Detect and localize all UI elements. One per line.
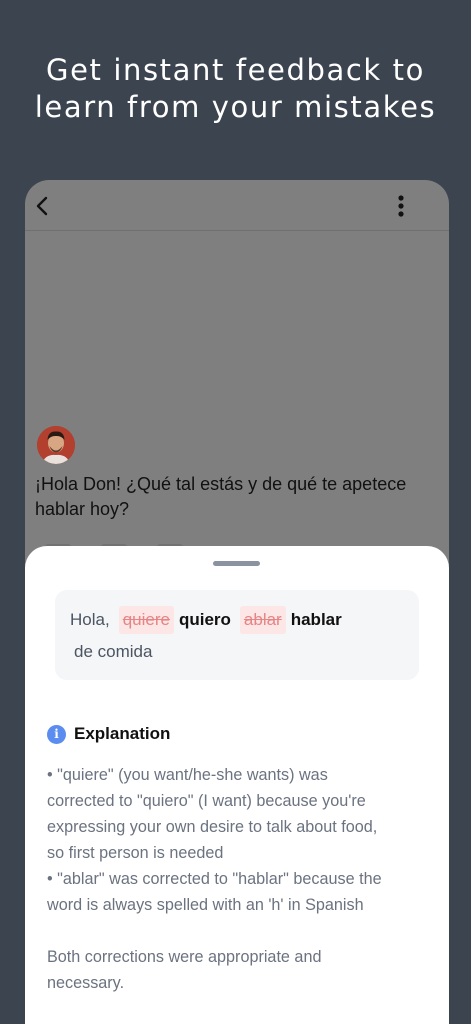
explanation-body: • "quiere" (you want/he-she wants) was c…: [47, 762, 432, 996]
tutor-avatar: [37, 426, 75, 464]
explanation-line: so first person is needed: [47, 844, 224, 862]
avatar-image: [37, 426, 75, 464]
sentence-suffix: de comida: [74, 642, 153, 661]
wrong-word: quiere: [118, 606, 174, 634]
info-icon: i: [47, 724, 66, 744]
explanation-closing-line: Both corrections were appropriate and: [47, 948, 322, 966]
feedback-bottom-sheet: Hola, quiere quiero ablar hablar de comi…: [25, 546, 449, 1024]
explanation-closing-line: necessary.: [47, 974, 125, 992]
sheet-drag-handle[interactable]: [213, 561, 260, 566]
corrected-word: quiero: [178, 610, 231, 629]
correction-line: Hola, quiere quiero ablar hablar: [70, 605, 342, 635]
explanation-line: expressing your own desire to talk about…: [47, 818, 378, 836]
explanation-line: corrected to "quiero" (I want) because y…: [47, 792, 366, 810]
explanation-title: Explanation: [74, 724, 171, 743]
kebab-menu-icon[interactable]: [391, 194, 411, 218]
sentence-prefix: Hola,: [70, 610, 110, 629]
corrected-sentence: Hola, quiere quiero ablar hablar de comi…: [55, 590, 419, 680]
explanation-line: • "ablar" was corrected to "hablar" beca…: [47, 870, 382, 888]
corrected-word: hablar: [290, 610, 342, 629]
wrong-word: ablar: [239, 606, 286, 634]
headline-line-2: learn from your mistakes: [34, 90, 437, 124]
chevron-left-icon[interactable]: [33, 194, 53, 218]
headline-line-1: Get instant feedback to: [46, 53, 425, 87]
chat-top-bar: [25, 180, 449, 231]
promo-headline: Get instant feedback to learn from your …: [0, 52, 471, 126]
tutor-message: ¡Hola Don! ¿Qué tal estás y de qué te ap…: [35, 474, 407, 519]
explanation-line: word is always spelled with an 'h' in Sp…: [47, 896, 364, 914]
explanation-line: • "quiere" (you want/he-she wants) was: [47, 766, 328, 784]
explanation-header: i Explanation: [47, 724, 170, 744]
